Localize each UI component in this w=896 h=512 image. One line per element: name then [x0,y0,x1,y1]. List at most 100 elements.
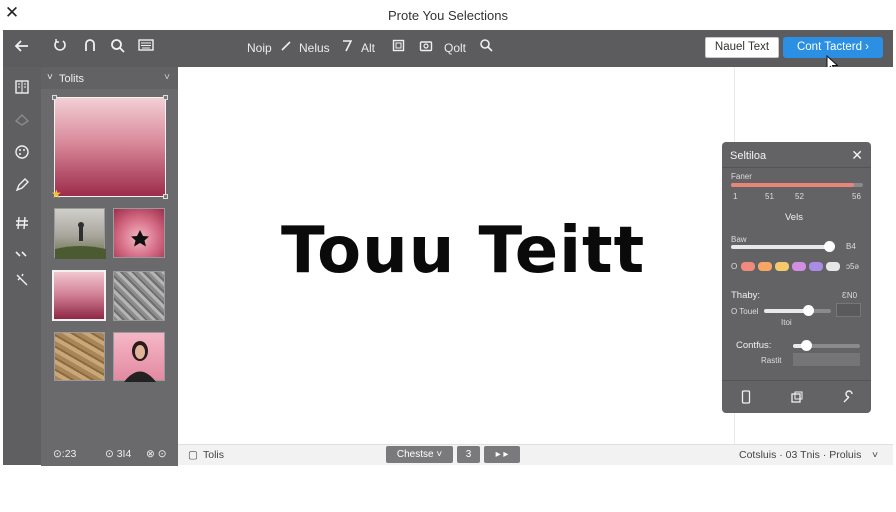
doc-icon: ▢ [188,449,198,461]
keyboard-icon[interactable] [136,38,156,58]
thumbnail-star-gradient[interactable] [113,208,165,258]
copy-icon[interactable] [787,390,807,406]
color-swatch[interactable] [809,262,823,271]
toolbar: Noip Nelus Alt Qolt Nauel Text Cont Tact… [3,30,893,67]
resize-handle[interactable] [52,95,57,100]
page-nav-button[interactable]: ▸ ▸ [484,446,520,463]
thumbnail-foggy-person[interactable] [54,208,106,259]
chevron-down-icon: ˅ [436,449,443,460]
chevron-down-icon[interactable]: ˅ [47,72,53,83]
thaby-knob[interactable] [803,305,814,316]
divider [722,167,871,168]
book-icon[interactable] [12,79,32,99]
thaby-value: ƐN0 [842,291,858,300]
canvas-headline-text[interactable]: Touu Teitt [281,212,644,290]
status-count: ⊙ 3I4 [105,448,132,460]
thumbnail-desert-texture[interactable] [54,332,105,381]
color-swatch[interactable] [741,262,755,271]
camera-icon[interactable] [416,38,436,58]
star-icon [131,230,149,247]
thaby-sub-label: Itoi [781,318,792,327]
slider1-label: Faner [731,172,752,181]
collapse-chevron-icon[interactable]: ˅ [164,72,170,83]
title-bar: ✕ Prote You Selections [0,0,896,30]
thaby-track[interactable] [764,309,831,313]
contfus-knob[interactable] [801,340,812,351]
slider2-value: B4 [846,242,856,251]
menu-qolt[interactable]: Qolt [444,41,466,55]
menu-nelus[interactable]: Nelus [299,41,330,55]
thaby-option[interactable]: O Touel [731,307,758,316]
slider1-tick: 52 [795,192,804,201]
color-swatch[interactable] [758,262,772,271]
thaby-input[interactable] [836,303,861,317]
pen-icon[interactable] [12,177,32,197]
slider1-tick: 51 [765,192,774,201]
person-silhouette-icon [55,222,106,259]
star-icon: ★ [51,187,62,201]
loop-icon[interactable] [50,38,70,58]
slider2-label: Baw [731,235,747,244]
menu-alt[interactable]: Alt [361,41,375,55]
slider1-tick: 1 [733,192,738,201]
thaby-label: Thaby: [731,290,761,301]
resize-handle[interactable] [163,194,168,199]
menu-noip[interactable]: Noip [247,41,272,55]
tool-rail [3,67,41,465]
thumbnail-pink-gradient-selected[interactable] [52,270,106,321]
thumbnail-portrait[interactable] [113,332,165,382]
wand-icon[interactable] [12,272,32,292]
resize-handle[interactable] [163,95,168,100]
contfus-input[interactable] [793,353,860,366]
status-right-text: Cotsluis · 03 Tnis · Proluis [739,449,862,461]
window-title: Prote You Selections [388,8,508,23]
primary-action-label: Cont Tacterd [796,41,862,53]
seven-icon[interactable] [337,38,357,58]
wave-icon[interactable] [12,245,32,265]
selection-panel-title: Seltiloa [730,150,767,162]
section-label: Vels [785,212,803,223]
status-doc-label: Tolis [203,449,225,461]
arch-icon[interactable] [80,38,100,58]
brush-icon[interactable] [838,390,858,406]
app-window: ✕ Prote You Selections Noip Nelus Alt Qo… [0,0,896,512]
search-icon[interactable] [476,38,496,58]
slider1-tick: 56 [852,192,861,201]
color-swatch[interactable] [826,262,840,271]
chevron-down-icon[interactable]: ˅ [872,449,878,462]
slider1-fill [731,183,854,187]
slider2-track[interactable] [731,245,831,249]
swatch-suffix: ɔ5ə [846,262,859,271]
divider [722,380,871,381]
page-dropdown-label: Chestse [396,449,434,460]
back-arrow-icon[interactable] [12,38,32,58]
assets-panel-header[interactable]: ˅ Tolits ˅ [41,67,178,89]
page-dropdown[interactable]: Chestse ˅ [386,446,453,463]
phone-icon[interactable] [736,390,756,406]
status-zoom: ⊙:23 [53,448,77,460]
color-swatch[interactable] [792,262,806,271]
page-number[interactable]: 3 [457,446,480,463]
status-toggle[interactable]: ⊗ ⊙ [146,448,167,461]
status-left-section: ⊙:23 ⊙ 3I4 ⊗ ⊙ [41,444,178,466]
portrait-figure-icon [124,341,156,382]
close-icon[interactable]: ✕ [851,147,863,164]
slider1-track[interactable] [731,183,863,187]
chevron-right-icon: › [865,41,870,53]
grid-hash-icon[interactable] [12,215,32,235]
thumbnail-grey-texture[interactable] [113,271,165,321]
zoom-badge-icon[interactable] [107,38,127,58]
slider2-fill [731,245,828,249]
swatch-prefix: O [731,262,738,271]
slider2-knob[interactable] [824,241,835,252]
color-swatch[interactable] [775,262,789,271]
assets-panel-title: Tolits [59,73,85,85]
palette-icon[interactable] [12,144,32,164]
contfus-sub-label: Rastit [761,356,782,365]
contfus-label: Contfus: [736,340,772,351]
frame-icon[interactable] [388,38,408,58]
thumbnail-gradient-large[interactable]: ★ [51,95,168,201]
next-text-button[interactable]: Nauel Text [705,37,779,58]
layers-icon[interactable] [12,111,32,131]
pencil-icon[interactable] [276,38,296,58]
